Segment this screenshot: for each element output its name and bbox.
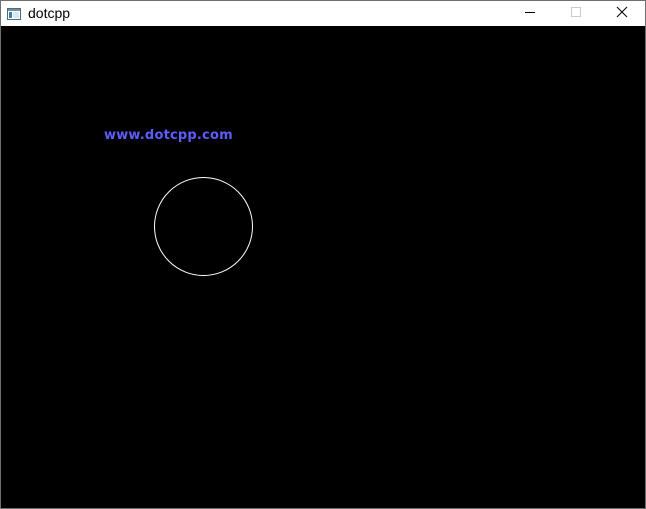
- window-title: dotcpp: [28, 5, 71, 21]
- drawn-circle: [154, 177, 253, 276]
- close-button[interactable]: [599, 1, 645, 26]
- app-window-icon: [7, 7, 21, 20]
- close-icon: [616, 5, 628, 23]
- app-window: dotcpp www.dotcpp.com: [0, 0, 646, 509]
- graphics-canvas[interactable]: www.dotcpp.com: [1, 26, 645, 508]
- title-bar[interactable]: dotcpp: [1, 1, 645, 26]
- maximize-icon: [570, 5, 582, 23]
- minimize-button[interactable]: [507, 1, 553, 26]
- canvas-url-text: www.dotcpp.com: [104, 128, 233, 143]
- minimize-icon: [524, 5, 536, 23]
- maximize-button[interactable]: [553, 1, 599, 26]
